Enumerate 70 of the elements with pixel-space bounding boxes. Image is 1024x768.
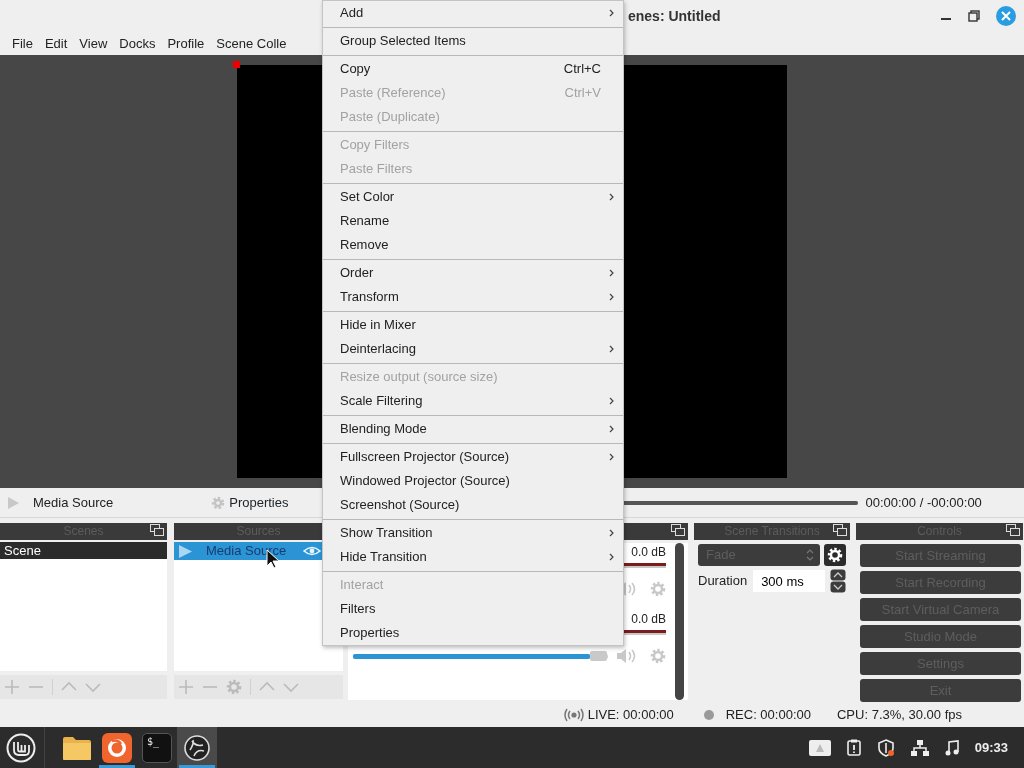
shortcut-label: Ctrl+C xyxy=(563,61,601,77)
menu-item[interactable]: Show Transition xyxy=(323,521,623,545)
menu-item[interactable]: Scene Colle xyxy=(210,35,293,52)
scene-item[interactable]: Scene xyxy=(0,542,167,559)
duration-field[interactable]: 300 ms xyxy=(753,570,826,592)
menu-item[interactable]: Windowed Projector (Source) xyxy=(323,469,623,493)
selection-handle[interactable] xyxy=(233,61,240,68)
spin-buttons-icon[interactable] xyxy=(830,569,846,593)
menu-item[interactable]: Copy Ctrl+C xyxy=(323,57,623,81)
gear-icon xyxy=(211,495,226,510)
play-icon xyxy=(178,544,192,558)
menu-item[interactable]: Fullscreen Projector (Source) xyxy=(323,445,623,469)
volume-reading: 0.0 dB xyxy=(631,545,666,561)
clipboard-icon[interactable] xyxy=(846,739,861,756)
popout-icon[interactable] xyxy=(671,524,685,536)
menu-item[interactable]: Screenshot (Source) xyxy=(323,493,623,517)
menu-item[interactable]: Transform xyxy=(323,285,623,309)
live-icon xyxy=(563,707,584,722)
properties-button[interactable]: Properties xyxy=(211,492,289,513)
eye-icon[interactable] xyxy=(303,544,321,558)
shield-icon[interactable] xyxy=(876,738,895,757)
mint-logo-icon[interactable] xyxy=(6,732,36,763)
settings-icon[interactable] xyxy=(650,581,666,597)
menu-item[interactable]: Rename xyxy=(323,209,623,233)
slider-thumb[interactable] xyxy=(590,650,608,661)
recording-status: REC: 00:00:00 xyxy=(725,706,811,723)
duration-label: Duration xyxy=(698,573,748,589)
notification-icon[interactable] xyxy=(808,739,831,756)
source-name: Media Source xyxy=(33,494,114,511)
obs-icon xyxy=(183,733,211,762)
menu-item[interactable]: Profile xyxy=(161,35,211,52)
taskbar-app[interactable] xyxy=(177,727,217,768)
menu-item[interactable]: Deinterlacing xyxy=(323,337,623,361)
menu-item[interactable]: Add xyxy=(323,1,623,25)
transition-settings-button[interactable] xyxy=(824,544,846,566)
menu-item[interactable]: Hide in Mixer xyxy=(323,313,623,337)
volume-slider-fill[interactable] xyxy=(353,653,591,659)
network-icon[interactable] xyxy=(910,739,929,756)
menu-item[interactable]: Edit xyxy=(38,35,74,52)
folder-icon xyxy=(62,734,92,761)
window-title: enes: Untitled xyxy=(628,7,721,25)
clock[interactable]: 09:33 xyxy=(974,739,1008,756)
browser-icon xyxy=(102,732,132,763)
menu-item[interactable]: Order xyxy=(323,261,623,285)
settings-icon[interactable] xyxy=(650,648,666,664)
speaker-icon[interactable] xyxy=(616,647,638,665)
cpu-status: CPU: 7.3%, 30.00 fps xyxy=(837,706,962,723)
menu-item[interactable]: Group Selected Items xyxy=(323,29,623,53)
live-status: LIVE: 00:00:00 xyxy=(587,706,674,723)
popout-icon[interactable] xyxy=(1006,524,1020,536)
record-dot-icon xyxy=(703,709,714,720)
popout-icon[interactable] xyxy=(833,524,847,536)
maximize-icon[interactable] xyxy=(968,10,980,22)
popout-icon[interactable] xyxy=(150,524,164,536)
menu-item[interactable]: File xyxy=(6,35,39,52)
volume-reading: 0.0 dB xyxy=(631,612,666,628)
close-icon[interactable] xyxy=(996,6,1016,26)
spin-arrows-icon xyxy=(804,547,816,563)
menu-item[interactable]: Set Color xyxy=(323,185,623,209)
shortcut-label: Ctrl+V xyxy=(564,85,601,101)
menu-item[interactable]: Filters xyxy=(323,597,623,621)
music-note-icon[interactable] xyxy=(944,739,959,756)
menu-item[interactable]: Properties xyxy=(323,621,623,645)
scrollbar[interactable] xyxy=(675,543,684,700)
menu-item[interactable]: View xyxy=(73,35,114,52)
menu-item[interactable]: Remove xyxy=(323,233,623,257)
menu-item[interactable]: Docks xyxy=(113,35,162,52)
menu-item[interactable]: Scale Filtering xyxy=(323,389,623,413)
menu-item[interactable]: Blending Mode xyxy=(323,417,623,441)
time-display: 00:00:00 / -00:00:00 xyxy=(865,494,982,511)
